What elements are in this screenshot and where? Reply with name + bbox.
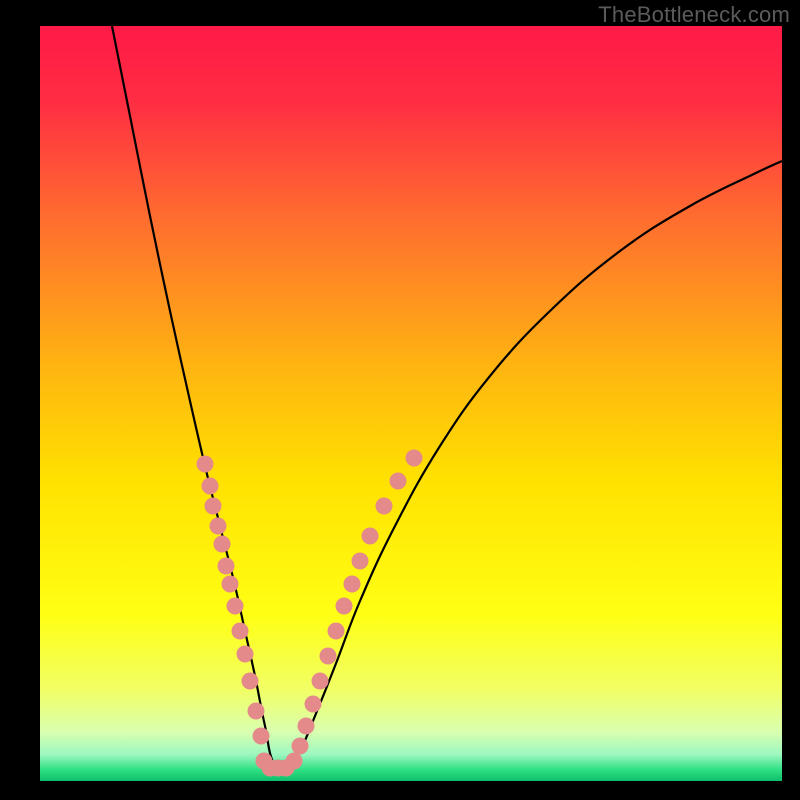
frame: TheBottleneck.com [0,0,800,800]
data-marker [336,598,353,615]
data-marker [376,498,393,515]
data-marker [390,473,407,490]
data-marker [286,753,303,770]
data-marker [320,648,337,665]
data-marker [362,528,379,545]
data-marker [218,558,235,575]
data-marker [242,673,259,690]
data-marker [344,576,361,593]
watermark-text: TheBottleneck.com [598,2,790,28]
data-marker [312,673,329,690]
chart-area [40,26,782,781]
data-marker [406,450,423,467]
data-marker [210,518,227,535]
data-marker [248,703,265,720]
data-marker [227,598,244,615]
data-marker [232,623,249,640]
data-marker [214,536,231,553]
data-marker [205,498,222,515]
data-marker [222,576,239,593]
gradient-background [40,26,782,781]
data-marker [328,623,345,640]
data-marker [237,646,254,663]
data-marker [202,478,219,495]
data-marker [305,696,322,713]
chart-svg [40,26,782,781]
data-marker [253,728,270,745]
data-marker [292,738,309,755]
data-marker [298,718,315,735]
data-marker [197,456,214,473]
data-marker [352,553,369,570]
